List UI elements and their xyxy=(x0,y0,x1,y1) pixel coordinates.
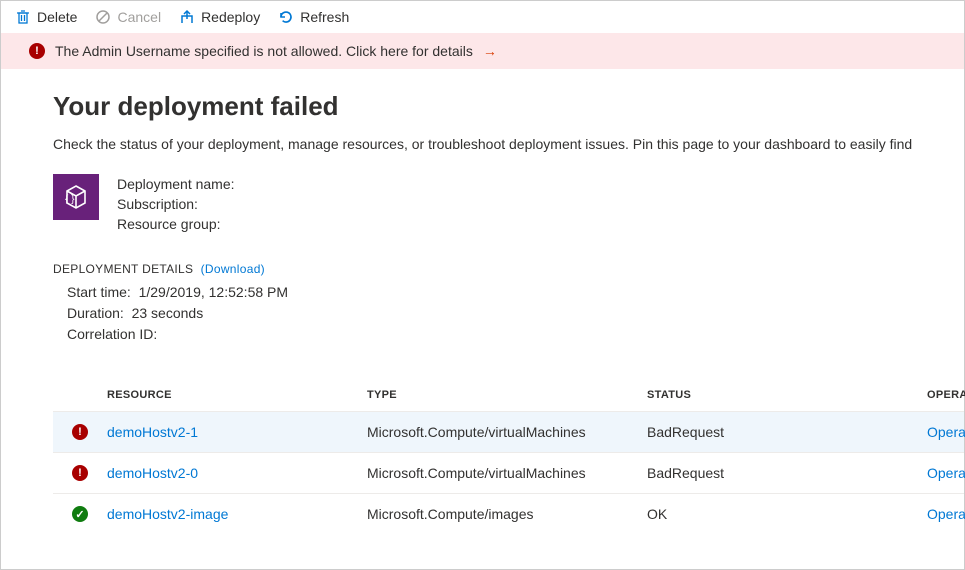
refresh-icon xyxy=(278,9,294,25)
delete-button[interactable]: Delete xyxy=(15,9,77,25)
type-cell: Microsoft.Compute/virtualMachines xyxy=(367,424,647,440)
redeploy-icon xyxy=(179,9,195,25)
start-time-label: Start time: xyxy=(67,284,131,300)
cancel-label: Cancel xyxy=(117,9,161,25)
error-icon: ! xyxy=(72,465,88,481)
duration-value: 23 seconds xyxy=(132,305,204,321)
type-cell: Microsoft.Compute/virtualMachines xyxy=(367,465,647,481)
col-resource: RESOURCE xyxy=(107,389,367,401)
resource-link[interactable]: demoHostv2-1 xyxy=(107,424,198,440)
arrow-right-icon: → xyxy=(483,43,497,59)
resources-table: RESOURCE TYPE STATUS OPERATION D ! demoH… xyxy=(53,379,964,534)
refresh-label: Refresh xyxy=(300,9,349,25)
deployment-badge: { } xyxy=(53,174,99,220)
deployment-details: Start time: 1/29/2019, 12:52:58 PM Durat… xyxy=(67,282,964,345)
cancel-icon xyxy=(95,9,111,25)
col-operation: OPERATION D xyxy=(927,389,965,401)
download-link[interactable]: (Download) xyxy=(201,262,265,276)
col-status: STATUS xyxy=(647,389,927,401)
deployment-meta: Deployment name: Subscription: Resource … xyxy=(117,174,235,234)
error-icon: ! xyxy=(29,43,45,59)
table-row[interactable]: ! demoHostv2-1 Microsoft.Compute/virtual… xyxy=(53,411,964,452)
correlation-id-label: Correlation ID: xyxy=(67,326,157,342)
resource-link[interactable]: demoHostv2-image xyxy=(107,506,228,522)
banner-message: The Admin Username specified is not allo… xyxy=(55,43,473,59)
operation-link[interactable]: Operation d xyxy=(927,465,965,481)
table-row[interactable]: ✓ demoHostv2-image Microsoft.Compute/ima… xyxy=(53,493,964,534)
deployment-details-heading: DEPLOYMENT DETAILS (Download) xyxy=(53,262,964,276)
status-cell: BadRequest xyxy=(647,424,927,440)
type-cell: Microsoft.Compute/images xyxy=(367,506,647,522)
redeploy-label: Redeploy xyxy=(201,9,260,25)
trash-icon xyxy=(15,9,31,25)
duration-label: Duration: xyxy=(67,305,124,321)
error-banner[interactable]: ! The Admin Username specified is not al… xyxy=(1,33,964,69)
cancel-button: Cancel xyxy=(95,9,161,25)
deployment-header: { } Deployment name: Subscription: Resou… xyxy=(53,174,964,234)
operation-link[interactable]: Operation d xyxy=(927,506,965,522)
toolbar: Delete Cancel Redeploy Refresh xyxy=(1,1,964,33)
subscription-label: Subscription: xyxy=(117,194,235,214)
error-icon: ! xyxy=(72,424,88,440)
delete-label: Delete xyxy=(37,9,77,25)
page-title: Your deployment failed xyxy=(53,91,964,122)
refresh-button[interactable]: Refresh xyxy=(278,9,349,25)
main-content: Your deployment failed Check the status … xyxy=(1,69,964,534)
status-cell: BadRequest xyxy=(647,465,927,481)
table-row[interactable]: ! demoHostv2-0 Microsoft.Compute/virtual… xyxy=(53,452,964,493)
operation-link[interactable]: Operation d xyxy=(927,424,965,440)
resource-group-label: Resource group: xyxy=(117,214,235,234)
page-description: Check the status of your deployment, man… xyxy=(53,136,964,152)
success-icon: ✓ xyxy=(72,506,88,522)
redeploy-button[interactable]: Redeploy xyxy=(179,9,260,25)
deployment-name-label: Deployment name: xyxy=(117,174,235,194)
status-cell: OK xyxy=(647,506,927,522)
start-time-value: 1/29/2019, 12:52:58 PM xyxy=(139,284,288,300)
resource-link[interactable]: demoHostv2-0 xyxy=(107,465,198,481)
svg-text:{ }: { } xyxy=(65,194,75,205)
col-type: TYPE xyxy=(367,389,647,401)
table-header: RESOURCE TYPE STATUS OPERATION D xyxy=(53,379,964,411)
